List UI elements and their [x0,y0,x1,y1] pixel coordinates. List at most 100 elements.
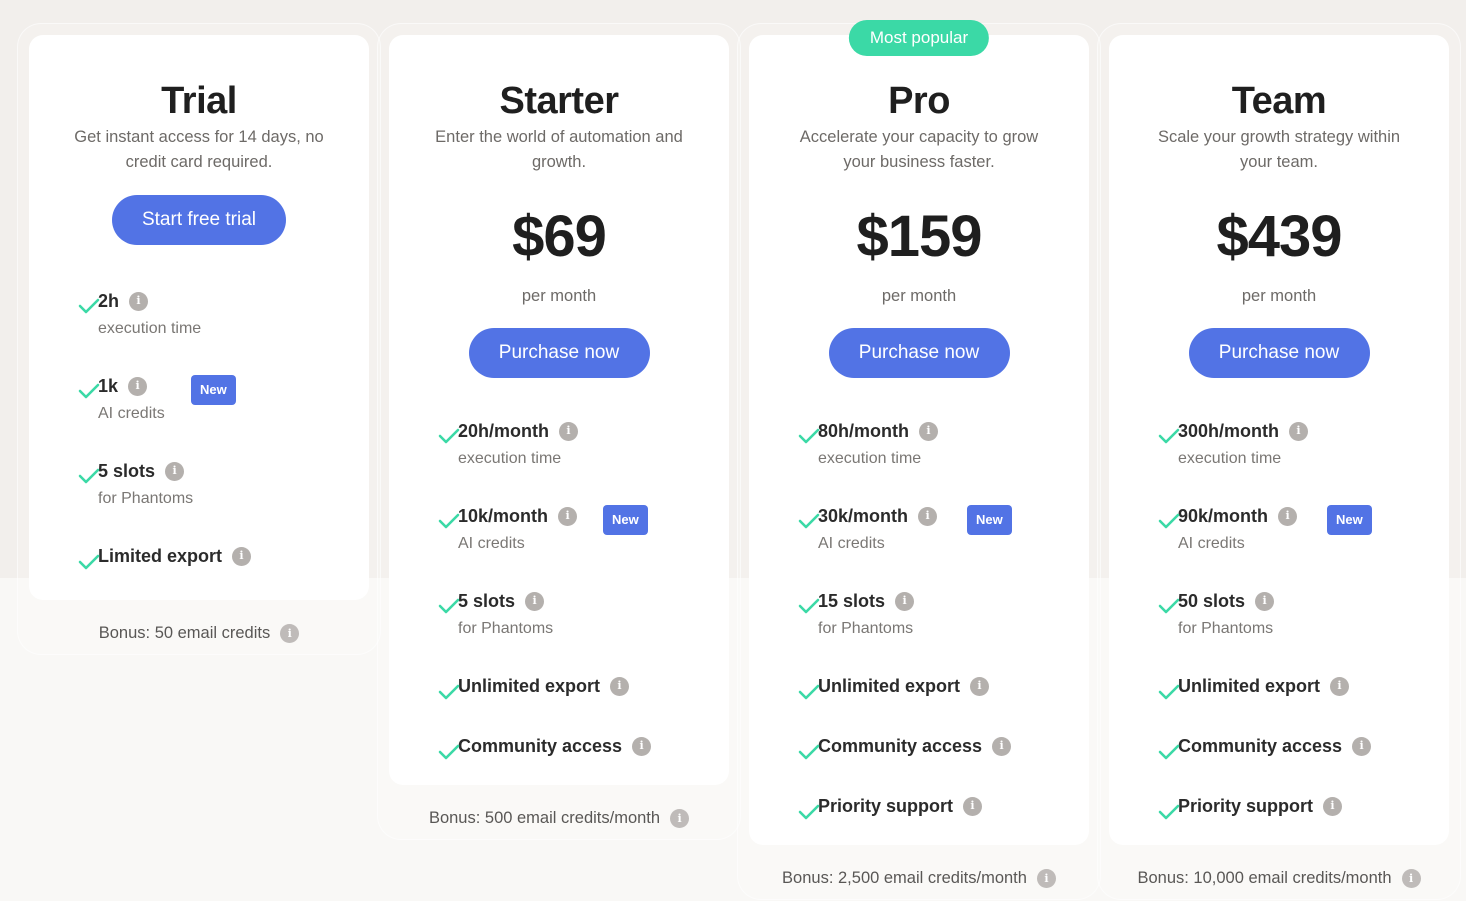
info-icon[interactable]: i [1330,676,1350,696]
plan-name: Pro [888,80,950,122]
check-icon [798,744,820,760]
feature-title: Community access [1178,736,1343,756]
feature-item: 2h i execution time [78,290,369,375]
feature-subtitle: for Phantoms [1178,620,1274,637]
feature-title: 5 slots [98,461,156,481]
feature-title: 10k/month [458,506,549,526]
purchase-now-button[interactable]: Purchase now [828,328,1010,378]
feature-title: Unlimited export [1178,676,1321,696]
info-icon[interactable]: i [128,376,148,396]
feature-title: 2h [98,291,120,311]
check-icon [438,684,460,700]
purchase-now-button[interactable]: Purchase now [468,328,650,378]
plan-name: Starter [499,80,620,122]
new-badge: New [1327,505,1372,535]
info-icon[interactable]: i [610,676,630,696]
plan-period: per month [1241,287,1317,305]
feature-subtitle: AI credits [458,535,525,552]
check-icon [1158,744,1180,760]
feature-title: 1k [98,376,119,396]
feature-subtitle: AI credits [98,405,165,422]
feature-item: Priority support i [1158,795,1449,855]
info-icon[interactable]: i [525,591,545,611]
plan-card: Starter Enter the world of automation an… [389,35,729,785]
feature-item: 80h/month i execution time [798,420,1089,505]
check-icon [78,383,100,399]
feature-item: 300h/month i execution time [1158,420,1449,505]
check-icon [798,684,820,700]
info-icon[interactable]: i [895,591,915,611]
check-icon [1158,684,1180,700]
feature-list: 80h/month i execution time 30k/month i AI … [749,420,1089,885]
feature-subtitle: execution time [1178,450,1282,467]
plan-period: per month [521,287,597,305]
info-icon[interactable]: i [632,736,652,756]
feature-title: Unlimited export [458,676,601,696]
info-icon[interactable]: i [918,506,938,526]
info-icon[interactable]: i [1255,591,1275,611]
plan-description: Scale your growth strategy within your t… [1157,128,1401,171]
feature-item: Community access i [798,735,1089,795]
most-popular-badge: Most popular [848,20,990,56]
feature-item: 1k i AI credits New [78,375,369,460]
info-icon[interactable]: i [963,796,983,816]
info-icon[interactable]: i [1289,421,1309,441]
check-icon [438,428,460,444]
check-icon [798,598,820,614]
feature-subtitle: for Phantoms [458,620,554,637]
check-icon [1158,428,1180,444]
feature-item: Limited export i [78,545,369,605]
feature-subtitle: AI credits [818,535,885,552]
new-badge: New [967,505,1012,535]
info-icon[interactable]: i [559,421,579,441]
plan-card: Team Scale your growth strategy within y… [1109,35,1449,845]
feature-item: 15 slots i for Phantoms [798,590,1089,675]
info-icon[interactable]: i [129,291,149,311]
info-icon[interactable]: i [232,546,252,566]
check-icon [1158,598,1180,614]
info-icon[interactable]: i [1278,506,1298,526]
plan-description: Accelerate your capacity to grow your bu… [799,128,1039,171]
feature-subtitle: execution time [458,450,562,467]
check-icon [1158,804,1180,820]
plan-card: Trial Get instant access for 14 days, no… [29,35,369,600]
feature-title: 50 slots [1178,591,1246,611]
info-icon[interactable]: i [1352,736,1372,756]
check-icon [1158,513,1180,529]
info-icon[interactable]: i [165,461,185,481]
feature-title: 5 slots [458,591,516,611]
start-free-trial-button[interactable]: Start free trial [111,195,287,245]
info-icon[interactable]: i [1323,796,1343,816]
new-badge: New [603,505,648,535]
check-icon [438,513,460,529]
feature-item: Unlimited export i [798,675,1089,735]
plan-description: Get instant access for 14 days, no credi… [74,128,324,171]
feature-item: Unlimited export i [1158,675,1449,735]
check-icon [78,554,100,570]
purchase-now-button[interactable]: Purchase now [1188,328,1370,378]
feature-item: 30k/month i AI credits New [798,505,1089,590]
info-icon[interactable]: i [970,676,990,696]
plan-name: Team [1231,80,1327,122]
feature-item: 10k/month i AI credits New [438,505,729,590]
feature-item: 50 slots i for Phantoms [1158,590,1449,675]
feature-subtitle: execution time [818,450,922,467]
plan-pro: Most popular Pro Accelerate your capacit… [737,20,1101,900]
feature-list: 20h/month i execution time 10k/month i AI … [389,420,729,825]
check-icon [798,804,820,820]
info-icon[interactable]: i [919,421,939,441]
check-icon [78,468,100,484]
plan-trial: Trial Get instant access for 14 days, no… [17,23,381,655]
plan-starter: Starter Enter the world of automation an… [377,23,741,840]
info-icon[interactable]: i [992,736,1012,756]
feature-item: 20h/month i execution time [438,420,729,505]
new-badge: New [191,375,236,405]
info-icon[interactable]: i [558,506,578,526]
check-icon [798,513,820,529]
feature-title: 20h/month [458,421,550,441]
feature-item: Priority support i [798,795,1089,855]
feature-title: 90k/month [1178,506,1269,526]
feature-item: 5 slots i for Phantoms [78,460,369,545]
plan-card: Pro Accelerate your capacity to grow you… [749,35,1089,845]
feature-title: Community access [458,736,623,756]
